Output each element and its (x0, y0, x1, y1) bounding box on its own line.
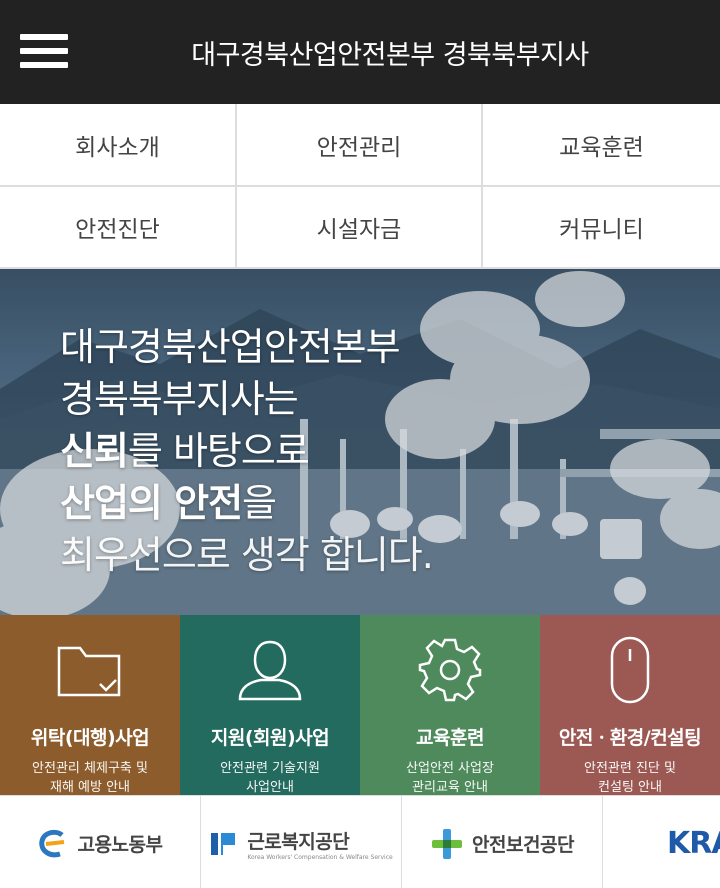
person-icon (180, 631, 360, 709)
service-tile-support[interactable]: 지원(회원)사업 안전관련 기술지원 사업안내 (180, 615, 360, 795)
hero-line-5: 최우선으로 생각 합니다. (60, 533, 434, 577)
comwel-logo (211, 832, 236, 855)
main-nav: 회사소개 안전관리 교육훈련 안전진단 시설자금 커뮤니티 (0, 104, 720, 269)
partner-links: 고용노동부 근로복지공단 Korea Workers' Compensation … (0, 795, 720, 888)
service-desc: 안전관련 진단 및 컨설팅 안내 (584, 761, 676, 795)
hero-slogan: 대구경북산업안전본부 경북북부지사는 신뢰를 바탕으로 산업의 안전을 최우선으… (60, 321, 434, 581)
partner-name: 근로복지공단 Korea Workers' Compensation & Welf… (247, 830, 393, 861)
service-desc: 산업안전 사업장 관리교육 안내 (406, 761, 494, 795)
service-title: 안전ㆍ환경/컨설팅 (558, 727, 702, 749)
partner-name: 고용노동부 (77, 834, 163, 856)
nav-item-company[interactable]: 회사소개 (0, 104, 237, 185)
partner-name: 안전보건공단 (472, 834, 574, 856)
service-title: 교육훈련 (416, 727, 484, 749)
hero-line-1: 대구경북산업안전본부 (60, 325, 401, 369)
service-tile-education[interactable]: 교육훈련 산업안전 사업장 관리교육 안내 (360, 615, 540, 795)
top-bar: 대구경북산업안전본부 경북북부지사 (0, 0, 720, 104)
partner-comwel[interactable]: 근로복지공단 Korea Workers' Compensation & Welf… (201, 796, 402, 888)
hero-line-3-strong: 신뢰 (60, 429, 129, 473)
service-desc: 안전관리 체제구축 및 재해 예방 안내 (32, 761, 148, 795)
nav-item-facility-fund[interactable]: 시설자금 (237, 185, 483, 267)
nav-item-community[interactable]: 커뮤니티 (483, 185, 720, 267)
service-tiles: 위탁(대행)사업 안전관리 체제구축 및 재해 예방 안내 지원(회원)사업 안전… (0, 615, 720, 795)
hero-banner: 대구경북산업안전본부 경북북부지사는 신뢰를 바탕으로 산업의 안전을 최우선으… (0, 269, 720, 615)
service-title: 위탁(대행)사업 (30, 727, 150, 749)
nav-item-safety[interactable]: 안전관리 (237, 104, 483, 185)
menu-icon[interactable] (20, 34, 68, 72)
hero-line-4-strong: 산업의 안전 (60, 481, 243, 525)
folder-check-icon (0, 631, 180, 709)
service-title: 지원(회원)사업 (210, 727, 330, 749)
partner-kosha[interactable]: 안전보건공단 (402, 796, 603, 888)
kosha-logo (432, 828, 463, 859)
partner-kra[interactable]: KRA (603, 796, 720, 888)
moel-logo (38, 829, 64, 857)
service-desc: 안전관련 기술지원 사업안내 (220, 761, 320, 795)
mouse-icon (540, 631, 720, 709)
site-title: 대구경북산업안전본부 경북북부지사 (191, 39, 589, 71)
kra-logo: KRA (667, 826, 720, 861)
nav-item-diagnosis[interactable]: 안전진단 (0, 185, 237, 267)
hero-line-2: 경북북부지사는 (60, 377, 299, 421)
hero-line-3-rest: 를 바탕으로 (127, 429, 310, 473)
partner-moel[interactable]: 고용노동부 (0, 796, 201, 888)
nav-item-education[interactable]: 교육훈련 (483, 104, 720, 185)
service-tile-outsourcing[interactable]: 위탁(대행)사업 안전관리 체제구축 및 재해 예방 안내 (0, 615, 180, 795)
service-tile-consulting[interactable]: 안전ㆍ환경/컨설팅 안전관련 진단 및 컨설팅 안내 (540, 615, 720, 795)
gear-icon (360, 631, 540, 709)
hero-line-4-rest: 을 (242, 481, 277, 525)
